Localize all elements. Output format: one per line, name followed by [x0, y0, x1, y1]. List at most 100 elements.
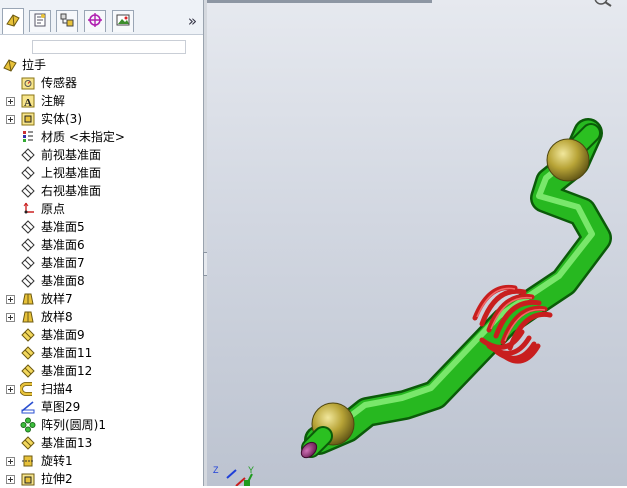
viewport-top-edge: [207, 0, 432, 3]
tree-item[interactable]: 上视基准面: [0, 164, 203, 182]
tree-item-label: 原点: [41, 202, 66, 216]
tree-item-label: 前视基准面: [41, 148, 102, 162]
part-icon: [2, 57, 18, 73]
expand-toggle-icon[interactable]: [6, 97, 15, 106]
graphics-viewport[interactable]: Z Y: [207, 0, 627, 486]
tree-item-label: 注解: [41, 94, 66, 108]
triad-x-label: Y: [248, 465, 254, 475]
configurationmanager-tab-icon: [59, 12, 75, 31]
origin-icon: [20, 201, 36, 217]
tree-item[interactable]: 基准面11: [0, 344, 203, 362]
propertymanager-tab[interactable]: [29, 10, 51, 32]
expand-toggle-icon[interactable]: [6, 475, 15, 484]
tree-item[interactable]: 基准面12: [0, 362, 203, 380]
tree-item-label: 基准面6: [41, 238, 85, 252]
tree-item[interactable]: 放样8: [0, 308, 203, 326]
featuremanager-tab-icon: [5, 12, 21, 31]
loft-icon: [20, 309, 36, 325]
tree-item[interactable]: 放样7: [0, 290, 203, 308]
tree-item-label: 基准面11: [41, 346, 93, 360]
reference-triad: Z Y: [213, 465, 254, 486]
tree-item[interactable]: 实体(3): [0, 110, 203, 128]
sketch-icon: [20, 399, 36, 415]
plane-icon: [20, 165, 36, 181]
tree-item-label: 放样7: [41, 292, 73, 306]
plane-yellow-icon: [20, 435, 36, 451]
annotations-icon: A: [20, 93, 36, 109]
zoom-icon[interactable]: [594, 0, 612, 7]
tree-item-label: 拉伸2: [41, 472, 73, 486]
feature-manager-tabs: »: [0, 0, 203, 35]
plane-icon: [20, 183, 36, 199]
tree-item[interactable]: 基准面9: [0, 326, 203, 344]
tree-item[interactable]: 拉伸2: [0, 470, 203, 488]
tree-item-label: 基准面7: [41, 256, 85, 270]
circular-pattern-icon: [20, 417, 36, 433]
bottom-end-cap: [300, 426, 333, 459]
tree-item-label: 基准面8: [41, 274, 85, 288]
expand-toggle-icon[interactable]: [6, 115, 15, 124]
top-knob: [546, 138, 590, 182]
feature-tree: 拉手传感器 A 注解实体(3) 材质 <未指定> 前视基准面上视基准面右视基准面原点基准…: [0, 56, 203, 488]
featuremanager-tab[interactable]: [2, 8, 24, 34]
display-manager-tab-icon: [115, 12, 131, 31]
tree-item-label: 实体(3): [41, 112, 82, 126]
extrude-icon: [20, 471, 36, 487]
sensors-icon: [20, 75, 36, 91]
tree-item-label: 放样8: [41, 310, 73, 324]
plane-icon: [20, 255, 36, 271]
expand-toggle-icon[interactable]: [6, 313, 15, 322]
plane-icon: [20, 273, 36, 289]
tree-item-label: 基准面5: [41, 220, 85, 234]
tree-item[interactable]: A 注解: [0, 92, 203, 110]
tree-item[interactable]: 基准面6: [0, 236, 203, 254]
tree-filter-box[interactable]: [32, 40, 186, 54]
solid-bodies-icon: [20, 111, 36, 127]
plane-icon: [20, 219, 36, 235]
propertymanager-tab-icon: [32, 12, 48, 31]
plane-icon: [20, 147, 36, 163]
tree-item[interactable]: 基准面5: [0, 218, 203, 236]
tree-item[interactable]: 扫描4: [0, 380, 203, 398]
tree-item-label: 阵列(圆周)1: [41, 418, 106, 432]
tree-item-label: 拉手: [22, 58, 47, 72]
plane-yellow-icon: [20, 345, 36, 361]
expand-toggle-icon[interactable]: [6, 295, 15, 304]
tree-item-label: 材质 <未指定>: [41, 130, 125, 144]
expand-toggle-icon[interactable]: [6, 457, 15, 466]
model-view: Z Y: [213, 0, 612, 486]
tree-item[interactable]: 基准面8: [0, 272, 203, 290]
tree-item[interactable]: 材质 <未指定>: [0, 128, 203, 146]
tree-item[interactable]: 基准面7: [0, 254, 203, 272]
plane-yellow-icon: [20, 363, 36, 379]
tree-item[interactable]: 基准面13: [0, 434, 203, 452]
tree-item[interactable]: 草图29: [0, 398, 203, 416]
dimxpert-tab[interactable]: [84, 10, 106, 32]
tree-item[interactable]: 原点: [0, 200, 203, 218]
tree-item-label: 扫描4: [41, 382, 73, 396]
tree-item[interactable]: 阵列(圆周)1: [0, 416, 203, 434]
tree-item-label: 右视基准面: [41, 184, 102, 198]
sweep-icon: [20, 381, 36, 397]
configurationmanager-tab[interactable]: [56, 10, 78, 32]
tree-item-label: 传感器: [41, 76, 78, 90]
revolve-icon: [20, 453, 36, 469]
tree-item-label: 基准面13: [41, 436, 93, 450]
tree-item-label: 基准面12: [41, 364, 93, 378]
tree-item[interactable]: 拉手: [0, 56, 203, 74]
feature-manager-panel: » 拉手传感器 A 注解实体(3) 材质 <未指定> 前视基准面上视基准面右视基准面原点…: [0, 0, 203, 486]
display-manager-tab[interactable]: [112, 10, 134, 32]
tree-item[interactable]: 传感器: [0, 74, 203, 92]
tree-item-label: 草图29: [41, 400, 81, 414]
svg-text:A: A: [24, 97, 32, 109]
plane-icon: [20, 237, 36, 253]
more-tabs-button[interactable]: »: [188, 12, 197, 30]
tree-item[interactable]: 右视基准面: [0, 182, 203, 200]
tree-item[interactable]: 前视基准面: [0, 146, 203, 164]
loft-icon: [20, 291, 36, 307]
plane-yellow-icon: [20, 327, 36, 343]
triad-z-label: Z: [213, 465, 219, 475]
tree-item[interactable]: 旋转1: [0, 452, 203, 470]
expand-toggle-icon[interactable]: [6, 385, 15, 394]
tree-item-label: 旋转1: [41, 454, 73, 468]
